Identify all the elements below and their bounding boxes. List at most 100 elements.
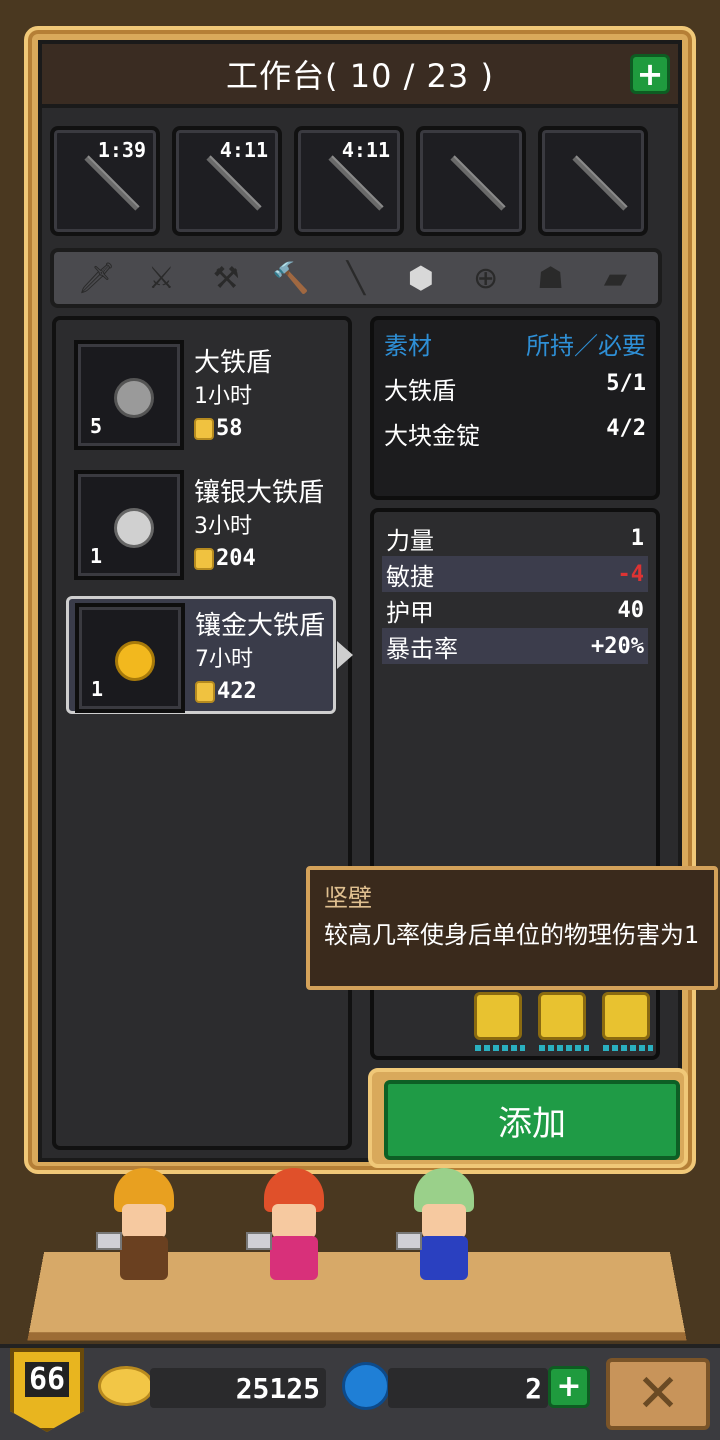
skill-icon[interactable]	[474, 992, 525, 1051]
armor-icon[interactable]: ▰	[595, 258, 635, 298]
material-row: 大铁盾 5/1	[384, 371, 646, 406]
axe-icon[interactable]: ⚒	[206, 258, 246, 298]
bow-icon[interactable]: ⊕	[466, 258, 506, 298]
buy-gems-button[interactable]: +	[548, 1366, 590, 1408]
hammer-icon	[396, 1232, 422, 1250]
skill-level-bar	[539, 1045, 589, 1051]
add-button[interactable]: 添加	[384, 1080, 680, 1160]
gold-coin-icon	[98, 1366, 154, 1406]
hammer-icon[interactable]: 🔨	[271, 258, 311, 298]
crafting-slot[interactable]: 4:11	[294, 126, 404, 236]
staff-icon	[572, 155, 628, 211]
skill-tooltip: 坚壁 较高几率使身后单位的物理伤害为1	[306, 866, 718, 990]
stat-name: 敏捷	[386, 562, 434, 591]
gold-counter: 25125	[150, 1368, 326, 1408]
dagger-icon[interactable]: 🗡	[76, 258, 116, 298]
coin-icon	[194, 547, 214, 570]
slot-timer: 4:11	[219, 138, 268, 162]
hero-face	[272, 1204, 316, 1238]
stat-value: 40	[617, 597, 645, 623]
recipe-item-selected[interactable]: 1 镶金大铁盾 7小时 422	[66, 596, 353, 714]
expand-slots-button[interactable]: +	[630, 54, 670, 94]
hammer-icon	[246, 1232, 272, 1250]
coin-icon	[194, 417, 214, 440]
helmet-icon[interactable]: ☗	[531, 258, 571, 298]
item-cost: 204	[194, 546, 256, 571]
item-name: 镶金大铁盾	[195, 611, 326, 641]
page-title: 工作台( 10 / 23 )	[226, 57, 494, 95]
hero-character[interactable]	[96, 1168, 186, 1288]
item-cost: 422	[195, 679, 257, 704]
material-name: 大块金锭	[384, 422, 480, 450]
item-quantity: 5	[90, 414, 103, 438]
hero-body	[270, 1236, 318, 1280]
material-row: 大块金锭 4/2	[384, 416, 646, 451]
item-time: 3小时	[194, 514, 252, 539]
materials-header: 素材 所持／必要	[384, 326, 646, 361]
skill-icon[interactable]	[602, 992, 653, 1051]
hammer-icon	[96, 1232, 122, 1250]
spear-icon[interactable]: ╲	[336, 258, 376, 298]
skill-level-bar	[475, 1045, 525, 1051]
item-name: 大铁盾	[194, 348, 273, 378]
item-name: 镶银大铁盾	[194, 478, 325, 508]
stat-row: 敏捷 -4	[382, 556, 648, 592]
material-count: 4/2	[606, 416, 646, 441]
shield-icon[interactable]: ⬢	[401, 258, 441, 298]
gem-icon	[342, 1362, 390, 1410]
staff-icon	[328, 155, 384, 211]
tooltip-title: 坚壁	[324, 884, 372, 912]
stat-row: 护甲 40	[382, 592, 648, 628]
hero-face	[422, 1204, 466, 1238]
item-time: 7小时	[195, 647, 253, 672]
item-quantity: 1	[90, 544, 103, 568]
level-value: 66	[24, 1362, 70, 1397]
item-cost-value: 422	[217, 679, 257, 704]
stat-row: 暴击率 +20%	[382, 628, 648, 664]
stat-name: 力量	[386, 526, 434, 555]
materials-label: 素材	[384, 332, 432, 360]
material-count: 5/1	[606, 371, 646, 396]
slot-timer: 4:11	[341, 138, 390, 162]
skill-level-bar	[603, 1045, 653, 1051]
owned-required-label: 所持／必要	[526, 332, 646, 360]
item-cost: 58	[194, 416, 243, 441]
crafting-slot[interactable]	[416, 126, 526, 236]
recipe-item[interactable]: 5 大铁盾 1小时 58	[74, 340, 344, 458]
stat-name: 暴击率	[386, 634, 458, 663]
item-time: 1小时	[194, 384, 252, 409]
coin-icon	[195, 680, 215, 703]
recipe-list: 5 大铁盾 1小时 58 1 镶银大铁盾 3小时 204 1 镶金大铁盾 7小时…	[52, 316, 353, 1150]
recipe-item[interactable]: 1 镶银大铁盾 3小时 204	[74, 470, 344, 588]
sword-icon[interactable]: ⚔	[141, 258, 181, 298]
silver-shield-icon	[114, 508, 154, 548]
hero-character[interactable]	[246, 1168, 336, 1288]
gold-shield-icon	[115, 641, 155, 681]
hero-face	[122, 1204, 166, 1238]
stat-name: 护甲	[386, 598, 434, 627]
close-icon: ✕	[636, 1364, 680, 1424]
category-bar: 🗡 ⚔ ⚒ 🔨 ╲ ⬢ ⊕ ☗ ▰	[50, 248, 662, 308]
round-shield-icon	[114, 378, 154, 418]
skill-icons	[474, 992, 653, 1051]
close-button[interactable]: ✕	[606, 1358, 710, 1430]
item-icon-box: 1	[75, 603, 185, 713]
skill-icon[interactable]	[538, 992, 589, 1051]
staff-icon	[450, 155, 506, 211]
staff-icon	[206, 155, 262, 211]
crafting-slot[interactable]	[538, 126, 648, 236]
hero-character[interactable]	[396, 1168, 486, 1288]
staff-icon	[84, 155, 140, 211]
crafting-slot[interactable]: 4:11	[172, 126, 282, 236]
selection-arrow	[337, 641, 353, 669]
item-cost-value: 58	[216, 416, 243, 441]
title-bar: 工作台( 10 / 23 ) +	[42, 44, 678, 108]
material-name: 大铁盾	[384, 377, 456, 405]
crafting-slots: 1:39 4:11 4:11	[50, 126, 670, 236]
slot-timer: 1:39	[97, 138, 146, 162]
item-quantity: 1	[91, 677, 104, 701]
plus-icon: +	[556, 1369, 582, 1404]
item-icon-box: 1	[74, 470, 184, 580]
crafting-slot[interactable]: 1:39	[50, 126, 160, 236]
gem-counter: 2	[388, 1368, 548, 1408]
